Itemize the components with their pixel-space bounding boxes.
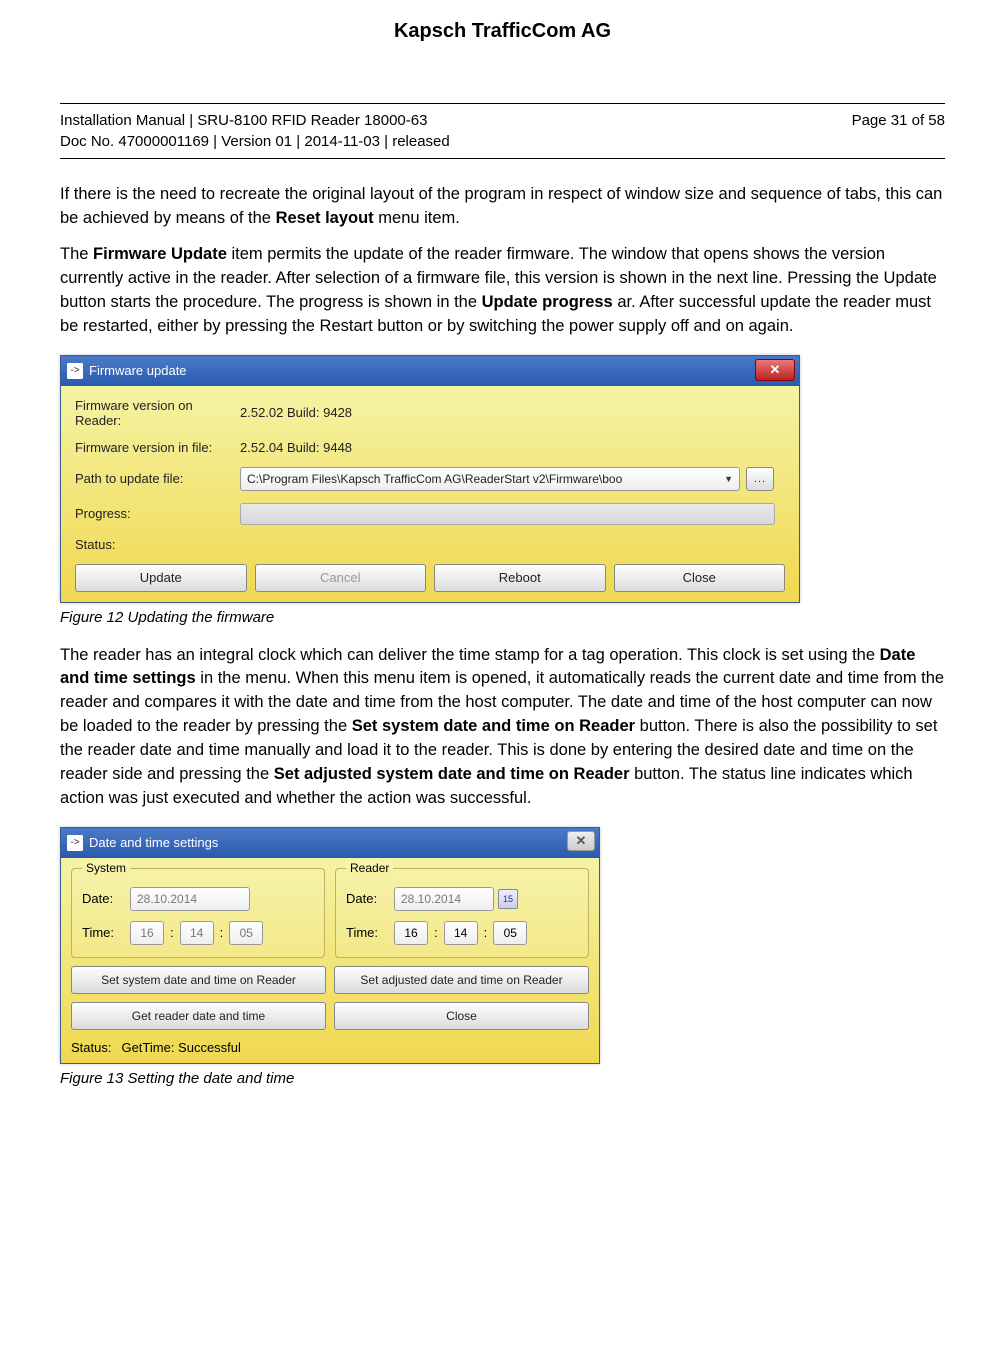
firmware-title: Firmware update <box>89 363 187 378</box>
close-icon[interactable]: ✕ <box>755 359 795 381</box>
label-status: Status: <box>75 537 240 552</box>
value-version-reader: 2.52.02 Build: 9428 <box>240 405 352 420</box>
system-group: System Date: 28.10.2014 Time: 16 : 14 : … <box>71 868 325 958</box>
colon: : <box>170 925 174 940</box>
system-date-label: Date: <box>82 891 130 906</box>
system-second: 05 <box>229 921 263 945</box>
system-hour: 16 <box>130 921 164 945</box>
colon: : <box>484 925 488 940</box>
reader-group: Reader Date: 28.10.2014 15 Time: 16 : 14… <box>335 868 589 958</box>
path-value: C:\Program Files\Kapsch TrafficCom AG\Re… <box>247 472 622 486</box>
value-version-file: 2.52.04 Build: 9448 <box>240 440 352 455</box>
reader-time-label: Time: <box>346 925 394 940</box>
reader-date-input[interactable]: 28.10.2014 <box>394 887 494 911</box>
colon: : <box>220 925 224 940</box>
close-button[interactable]: Close <box>334 1002 589 1030</box>
label-version-reader: Firmware version on Reader: <box>75 398 240 428</box>
reader-second-input[interactable]: 05 <box>493 921 527 945</box>
set-system-button[interactable]: Set system date and time on Reader <box>71 966 326 994</box>
figure-13-caption: Figure 13 Setting the date and time <box>60 1070 945 1087</box>
status-label: Status: <box>71 1040 111 1055</box>
close-icon[interactable]: ✕ <box>567 831 595 851</box>
close-button[interactable]: Close <box>614 564 786 592</box>
reader-minute-input[interactable]: 14 <box>444 921 478 945</box>
reader-date-label: Date: <box>346 891 394 906</box>
doc-meta-bar: Installation Manual | SRU-8100 RFID Read… <box>60 103 945 159</box>
path-combobox[interactable]: C:\Program Files\Kapsch TrafficCom AG\Re… <box>240 467 740 491</box>
progress-bar <box>240 503 775 525</box>
set-adjusted-button[interactable]: Set adjusted date and time on Reader <box>334 966 589 994</box>
app-icon: -> <box>67 835 83 851</box>
reboot-button[interactable]: Reboot <box>434 564 606 592</box>
system-time-label: Time: <box>82 925 130 940</box>
chevron-down-icon[interactable]: ▼ <box>724 474 733 484</box>
update-button[interactable]: Update <box>75 564 247 592</box>
page-number: Page 31 of 58 <box>852 110 945 152</box>
reader-hour-input[interactable]: 16 <box>394 921 428 945</box>
datetime-titlebar[interactable]: -> Date and time settings ✕ <box>61 828 599 858</box>
system-minute: 14 <box>180 921 214 945</box>
system-group-title: System <box>82 861 130 875</box>
firmware-titlebar[interactable]: -> Firmware update ✕ <box>61 356 799 386</box>
paragraph-firmware-update: The Firmware Update item permits the upd… <box>60 243 945 339</box>
cancel-button[interactable]: Cancel <box>255 564 427 592</box>
datetime-dialog: -> Date and time settings ✕ System Date:… <box>60 827 600 1064</box>
company-header: Kapsch TrafficCom AG <box>60 20 945 43</box>
paragraph-reset-layout: If there is the need to recreate the ori… <box>60 183 945 231</box>
label-path: Path to update file: <box>75 471 240 486</box>
firmware-update-dialog: -> Firmware update ✕ Firmware version on… <box>60 355 800 603</box>
colon: : <box>434 925 438 940</box>
figure-12-caption: Figure 12 Updating the firmware <box>60 609 945 626</box>
calendar-icon[interactable]: 15 <box>498 889 518 909</box>
doc-meta-line1: Installation Manual | SRU-8100 RFID Read… <box>60 110 450 131</box>
app-icon: -> <box>67 363 83 379</box>
datetime-title: Date and time settings <box>89 835 218 850</box>
paragraph-datetime: The reader has an integral clock which c… <box>60 644 945 811</box>
reader-group-title: Reader <box>346 861 393 875</box>
system-date-value: 28.10.2014 <box>130 887 250 911</box>
doc-meta-line2: Doc No. 47000001169 | Version 01 | 2014-… <box>60 131 450 152</box>
label-version-file: Firmware version in file: <box>75 440 240 455</box>
label-progress: Progress: <box>75 506 240 521</box>
get-button[interactable]: Get reader date and time <box>71 1002 326 1030</box>
browse-button[interactable]: ... <box>746 467 774 491</box>
status-value: GetTime: Successful <box>121 1040 240 1055</box>
